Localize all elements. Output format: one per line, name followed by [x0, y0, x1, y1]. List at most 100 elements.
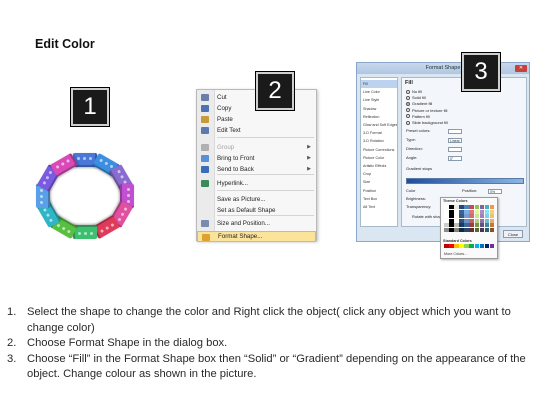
sidebar-item[interactable]: Size [361, 178, 397, 186]
sidebar-item[interactable]: 3-D Rotation [361, 137, 397, 145]
color-swatch[interactable] [469, 223, 475, 227]
color-swatch[interactable] [479, 205, 485, 209]
color-swatch[interactable] [484, 209, 490, 214]
color-swatch[interactable] [449, 223, 454, 227]
color-swatch[interactable] [474, 205, 480, 209]
color-swatch[interactable] [464, 244, 469, 248]
color-swatch[interactable] [444, 205, 449, 209]
color-swatch[interactable] [454, 223, 459, 227]
fill-option-radio[interactable]: Slide background fill [406, 120, 448, 126]
field-input[interactable]: 0% [488, 188, 502, 194]
color-swatch[interactable] [459, 209, 464, 214]
color-swatch[interactable] [454, 209, 459, 214]
fill-option-radio[interactable]: Pattern fill [406, 114, 430, 120]
sidebar-item[interactable]: Position [361, 187, 397, 195]
color-swatch[interactable] [474, 209, 480, 214]
sidebar-item[interactable]: Picture Corrections [361, 146, 397, 154]
color-swatch[interactable] [484, 244, 490, 248]
context-menu-item[interactable]: Save as Picture... [197, 194, 316, 205]
color-swatch[interactable] [449, 244, 454, 248]
color-swatch[interactable] [474, 223, 480, 227]
sidebar-item[interactable]: Glow and Soft Edges [361, 121, 397, 129]
context-menu-item[interactable]: Group ▶ [197, 142, 316, 153]
color-swatch[interactable] [454, 214, 459, 218]
color-swatch[interactable] [444, 227, 449, 232]
fill-option-radio[interactable]: Solid fill [406, 95, 426, 101]
field-input[interactable]: Linear [448, 137, 462, 143]
color-swatch[interactable] [449, 214, 454, 218]
color-swatch[interactable] [479, 209, 485, 214]
context-menu-item[interactable]: Edit Text [197, 125, 316, 136]
context-menu-item[interactable]: Hyperlink... [197, 178, 316, 189]
sidebar-item[interactable]: Shadow [361, 105, 397, 113]
color-swatch[interactable] [489, 205, 495, 209]
color-swatch[interactable] [449, 218, 454, 223]
sidebar-item[interactable]: 3-D Format [361, 129, 397, 137]
field-input[interactable] [448, 146, 462, 152]
fill-option-radio[interactable]: Picture or texture fill [406, 108, 447, 114]
color-swatch[interactable] [474, 244, 480, 248]
color-swatch[interactable] [444, 214, 449, 218]
color-swatch[interactable] [464, 223, 469, 227]
color-swatch[interactable] [464, 209, 469, 214]
color-swatch[interactable] [489, 244, 495, 248]
color-swatch[interactable] [449, 227, 454, 232]
context-menu-item[interactable]: Format Shape... [197, 231, 316, 242]
sidebar-item[interactable]: Line Color [361, 88, 397, 96]
color-swatch[interactable] [449, 209, 454, 214]
sidebar-item[interactable]: Crop [361, 170, 397, 178]
color-swatch[interactable] [489, 214, 495, 218]
color-swatch[interactable] [489, 218, 495, 223]
color-swatch[interactable] [489, 223, 495, 227]
color-swatch[interactable] [469, 214, 475, 218]
color-swatch[interactable] [464, 218, 469, 223]
context-menu-item[interactable]: Size and Position... [197, 218, 316, 229]
gradient-stops-bar[interactable] [406, 178, 524, 184]
close-button[interactable]: Close [503, 230, 523, 238]
color-swatch[interactable] [484, 205, 490, 209]
color-swatch[interactable] [459, 205, 464, 209]
color-swatch[interactable] [469, 244, 475, 248]
color-swatch[interactable] [469, 218, 475, 223]
field-input[interactable] [448, 128, 462, 134]
color-swatch[interactable] [459, 218, 464, 223]
sidebar-item[interactable]: Fill [361, 80, 397, 88]
color-swatch[interactable] [474, 218, 480, 223]
color-swatch[interactable] [444, 244, 449, 248]
color-swatch[interactable] [484, 223, 490, 227]
color-swatch[interactable] [454, 218, 459, 223]
color-swatch[interactable] [479, 218, 485, 223]
color-swatch[interactable] [489, 209, 495, 214]
sidebar-item[interactable]: Text Box [361, 195, 397, 203]
color-swatch[interactable] [464, 214, 469, 218]
fill-option-radio[interactable]: Gradient fill [406, 101, 432, 107]
color-swatch[interactable] [454, 227, 459, 232]
fill-option-radio[interactable]: No fill [406, 89, 422, 95]
color-swatch[interactable] [464, 227, 469, 232]
sidebar-item[interactable]: Reflection [361, 113, 397, 121]
color-swatch[interactable] [474, 227, 480, 232]
color-swatch[interactable] [469, 227, 475, 232]
more-colors-link[interactable]: More Colors... [444, 252, 467, 256]
color-swatch[interactable] [459, 214, 464, 218]
color-swatch[interactable] [474, 214, 480, 218]
color-swatch[interactable] [479, 214, 485, 218]
close-icon[interactable]: ✕ [515, 65, 527, 72]
color-swatch[interactable] [489, 227, 495, 232]
color-swatch[interactable] [459, 227, 464, 232]
color-swatch[interactable] [479, 223, 485, 227]
context-menu-item[interactable]: Bring to Front ▶ [197, 153, 316, 164]
color-swatch[interactable] [444, 223, 449, 227]
color-swatch[interactable] [484, 227, 490, 232]
color-swatch[interactable] [459, 223, 464, 227]
context-menu-item[interactable]: Paste [197, 114, 316, 125]
color-swatch[interactable] [444, 209, 449, 214]
color-swatch[interactable] [444, 218, 449, 223]
sidebar-item[interactable]: Picture Color [361, 154, 397, 162]
color-swatch[interactable] [469, 209, 475, 214]
color-swatch[interactable] [459, 244, 464, 248]
color-swatch[interactable] [479, 244, 485, 248]
color-swatch[interactable] [469, 205, 475, 209]
color-swatch[interactable] [454, 244, 459, 248]
field-input[interactable]: 0° [448, 155, 462, 161]
